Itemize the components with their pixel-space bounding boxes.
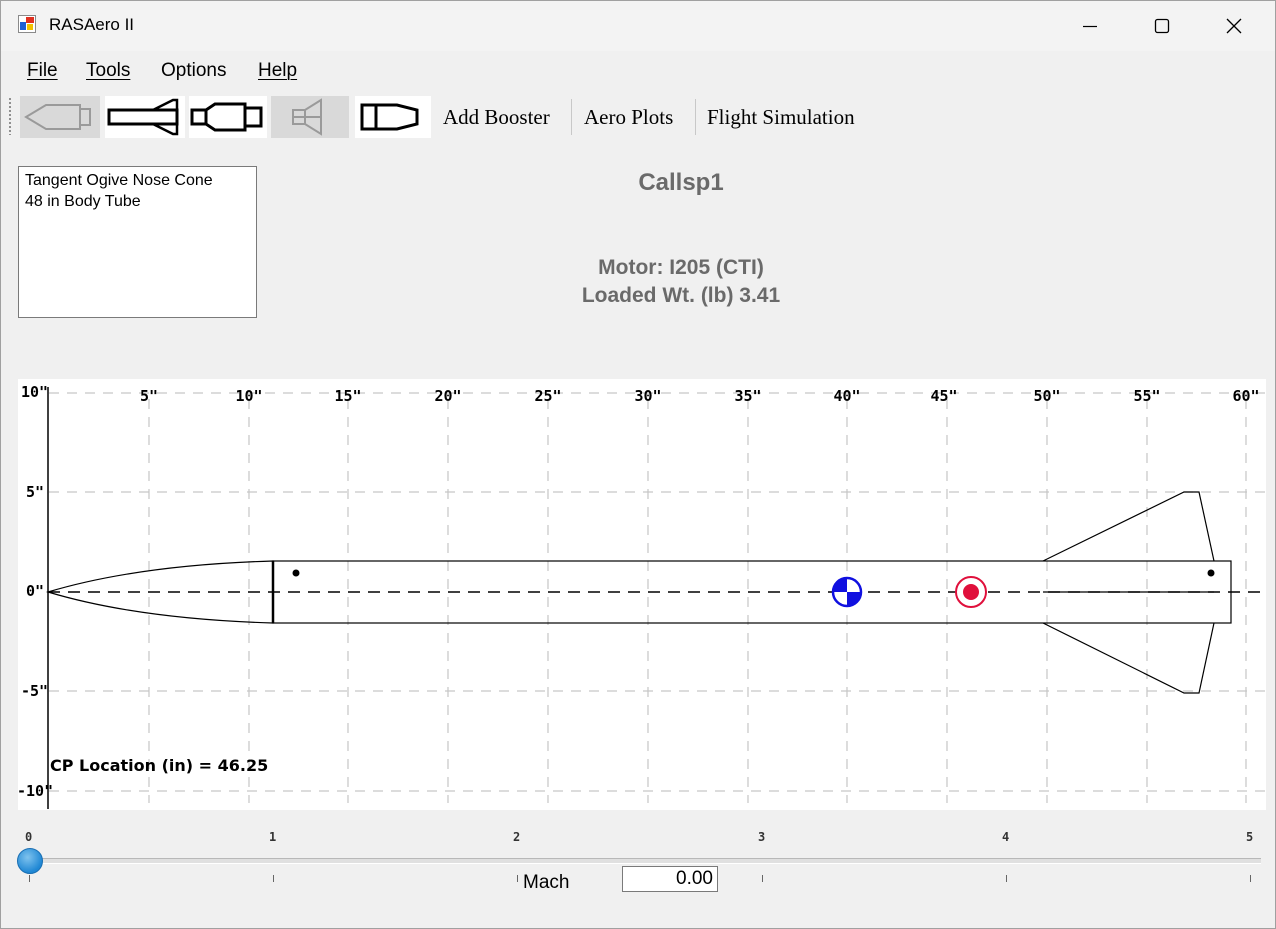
cp-marker <box>955 576 987 608</box>
minimize-button[interactable] <box>1055 5 1125 47</box>
boattail-icon <box>360 103 419 131</box>
toolbar-separator <box>695 99 696 135</box>
rocket-view-plot[interactable]: 5" 10" 15" 20" 25" 30" 35" 40" 45" 50" 5… <box>18 379 1266 810</box>
slider-tick <box>517 875 518 882</box>
transition-icon <box>190 102 263 132</box>
mach-slider-thumb[interactable] <box>17 848 43 874</box>
boattail-button[interactable] <box>355 96 431 138</box>
x-tick-label: 10" <box>235 387 262 405</box>
y-tick-label: 10" <box>21 383 48 401</box>
rail-button-marker <box>292 569 300 577</box>
rail-button-marker <box>1207 569 1215 577</box>
mach-slider-track[interactable] <box>30 858 1261 864</box>
maximize-icon <box>1154 18 1170 34</box>
cg-marker <box>831 576 863 608</box>
y-tick-label: -10" <box>18 782 53 800</box>
add-booster-button[interactable]: Add Booster <box>439 96 554 138</box>
nose-cone-icon <box>24 104 91 130</box>
toolbar-grip[interactable] <box>8 97 12 135</box>
list-item[interactable]: Tangent Ogive Nose Cone <box>19 170 256 191</box>
slider-tick <box>273 875 274 882</box>
close-icon <box>1226 18 1242 34</box>
fin-can-button[interactable] <box>105 96 185 138</box>
menu-options[interactable]: Options <box>161 60 226 82</box>
x-tick-label: 60" <box>1232 387 1259 405</box>
app-window: RASAero II File Tools Options Help Add B… <box>0 0 1276 929</box>
y-tick-label: -5" <box>21 682 48 700</box>
loaded-weight-label: Loaded Wt. (lb) 3.41 <box>581 284 781 307</box>
close-button[interactable] <box>1199 5 1269 47</box>
aero-plots-button[interactable]: Aero Plots <box>580 96 677 138</box>
toolbar: Add Booster Aero Plots Flight Simulation <box>1 93 1275 141</box>
fins-icon <box>292 98 322 136</box>
mach-label: Mach <box>523 872 570 893</box>
x-tick-label: 5" <box>140 387 158 405</box>
x-tick-label: 35" <box>734 387 761 405</box>
nose-cone-button[interactable] <box>20 96 100 138</box>
slider-tick <box>29 875 30 882</box>
rocket-name: Callsp1 <box>638 169 724 196</box>
mach-tick-label: 0 <box>25 830 33 844</box>
slider-tick <box>1250 875 1251 882</box>
mach-tick-label: 5 <box>1246 830 1254 844</box>
mach-tick-label: 3 <box>758 830 766 844</box>
mach-value-field[interactable]: 0.00 <box>622 866 718 892</box>
x-tick-label: 15" <box>334 387 361 405</box>
y-tick-label: 0" <box>26 582 44 600</box>
x-tick-label: 50" <box>1033 387 1060 405</box>
maximize-button[interactable] <box>1127 5 1197 47</box>
menu-tools[interactable]: Tools <box>86 60 130 82</box>
lower-fin-outline <box>1042 622 1215 694</box>
x-tick-label: 55" <box>1133 387 1160 405</box>
fin-can-icon <box>107 98 179 136</box>
x-tick-label: 25" <box>534 387 561 405</box>
minimize-icon <box>1083 25 1097 28</box>
app-icon <box>18 15 36 33</box>
x-tick-label: 20" <box>434 387 461 405</box>
x-tick-label: 30" <box>634 387 661 405</box>
x-tick-label: 45" <box>930 387 957 405</box>
components-list[interactable]: Tangent Ogive Nose Cone 48 in Body Tube <box>18 166 257 318</box>
flight-simulation-button[interactable]: Flight Simulation <box>703 96 859 138</box>
fins-button[interactable] <box>271 96 349 138</box>
title-bar: RASAero II <box>1 1 1275 51</box>
motor-label: Motor: I205 (CTI) <box>598 256 764 279</box>
cp-location-label: CP Location (in) = 46.25 <box>50 756 268 775</box>
list-item[interactable]: 48 in Body Tube <box>19 191 256 212</box>
toolbar-separator <box>571 99 572 135</box>
mach-tick-label: 2 <box>513 830 521 844</box>
menu-help[interactable]: Help <box>258 60 297 82</box>
transition-button[interactable] <box>189 96 267 138</box>
x-tick-label: 40" <box>833 387 860 405</box>
menu-bar: File Tools Options Help <box>1 53 1275 89</box>
y-tick-label: 5" <box>26 483 44 501</box>
slider-tick <box>1006 875 1007 882</box>
upper-fin-outline <box>1042 491 1215 562</box>
mach-tick-label: 1 <box>269 830 277 844</box>
motor-info: Motor: I205 (CTI) Loaded Wt. (lb) 3.41 <box>401 254 961 310</box>
menu-file[interactable]: File <box>27 60 58 82</box>
slider-tick <box>762 875 763 882</box>
rocket-view-canvas: 5" 10" 15" 20" 25" 30" 35" 40" 45" 50" 5… <box>18 383 1266 809</box>
mach-slider-area: 0 1 2 3 4 5 Mach 0.00 <box>1 821 1275 921</box>
mach-tick-label: 4 <box>1002 830 1010 844</box>
grid-lines <box>49 392 1266 803</box>
window-title: RASAero II <box>49 15 135 34</box>
